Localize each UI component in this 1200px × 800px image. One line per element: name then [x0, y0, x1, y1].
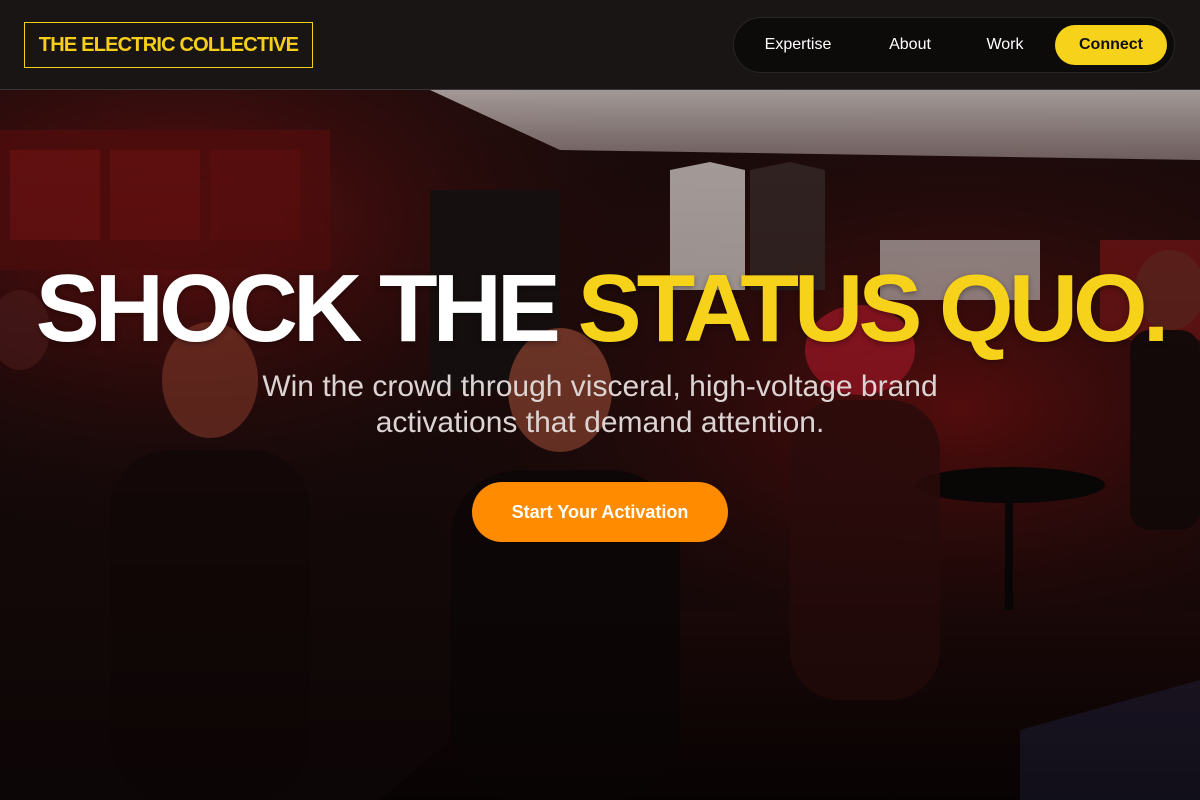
nav-item-about[interactable]: About — [874, 18, 946, 72]
site-header: THE ELECTRIC COLLECTIVE Expertise About … — [0, 0, 1200, 90]
nav-item-expertise[interactable]: Expertise — [750, 18, 846, 72]
hero-subheadline: Win the crowd through visceral, high-vol… — [262, 370, 938, 439]
headline-white-text: SHOCK THE — [35, 255, 578, 362]
connect-button[interactable]: Connect — [1055, 25, 1167, 65]
nav-item-work[interactable]: Work — [972, 18, 1038, 72]
landing-page: THE ELECTRIC COLLECTIVE Expertise About … — [0, 0, 1200, 800]
start-activation-button[interactable]: Start Your Activation — [472, 482, 728, 542]
brand-logo[interactable]: THE ELECTRIC COLLECTIVE — [24, 22, 313, 68]
main-nav: Expertise About Work Connect — [733, 17, 1175, 73]
hero-dark-overlay — [0, 90, 1200, 800]
hero-headline: SHOCK THE STATUS QUO. — [0, 259, 1200, 359]
hero-background-image — [0, 90, 1200, 800]
headline-accent-text: STATUS QUO. — [577, 255, 1170, 362]
